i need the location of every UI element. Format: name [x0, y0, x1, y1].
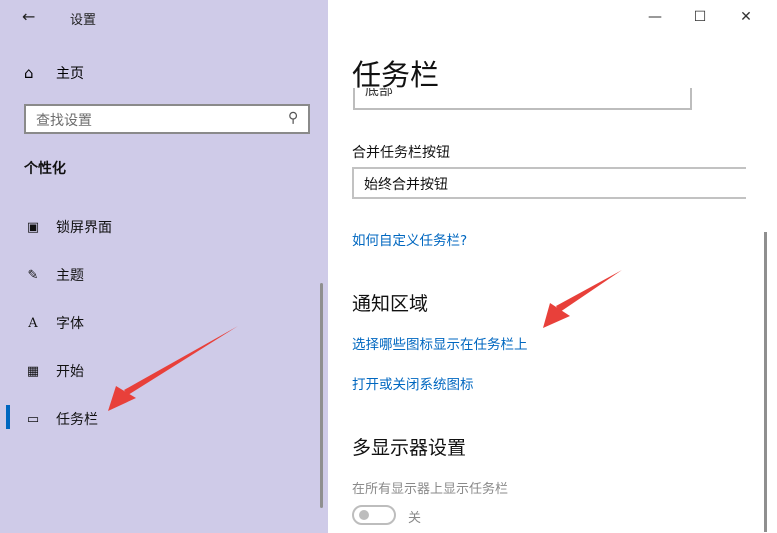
annotation-arrow-right	[543, 270, 622, 328]
annotation-arrows	[108, 270, 622, 411]
annotation-arrow-left	[108, 326, 238, 411]
